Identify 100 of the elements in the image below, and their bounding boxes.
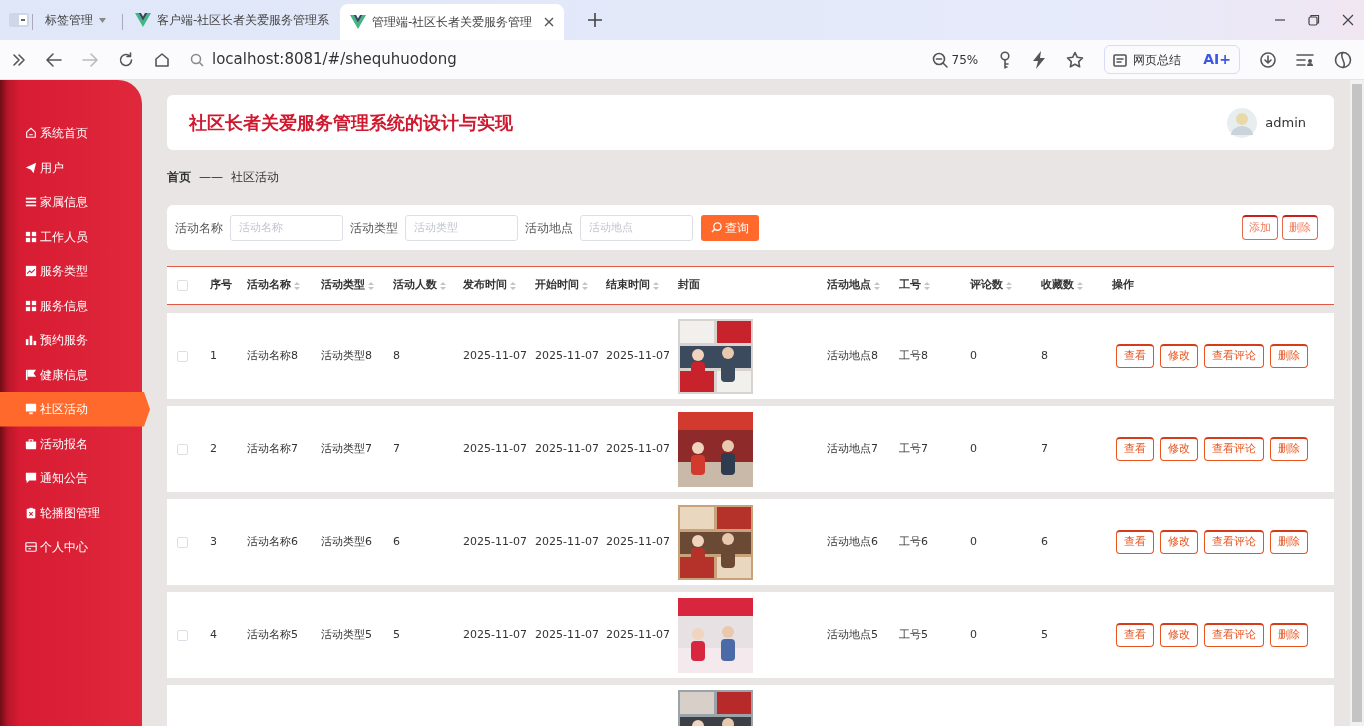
view-button[interactable]: 查看	[1116, 530, 1154, 554]
row-checkbox[interactable]	[177, 536, 188, 548]
delete-button[interactable]: 删除	[1270, 623, 1308, 647]
column-header[interactable]: 活动名称	[247, 277, 291, 294]
list-icon[interactable]	[1296, 51, 1314, 68]
breadcrumb-item[interactable]: 首页	[167, 168, 191, 186]
forward-icon[interactable]	[82, 52, 98, 67]
home-icon[interactable]	[154, 51, 170, 68]
comments-button[interactable]: 查看评论	[1204, 530, 1264, 554]
table-cell: 工号6	[899, 534, 928, 548]
edit-button[interactable]: 修改	[1160, 623, 1198, 647]
grid-icon	[25, 299, 37, 312]
view-button[interactable]: 查看	[1116, 623, 1154, 647]
sort-icon[interactable]	[510, 280, 516, 291]
scrollbar[interactable]	[1350, 80, 1364, 726]
star-icon[interactable]	[1066, 50, 1085, 69]
sidebar-item[interactable]: 个人中心	[0, 530, 142, 565]
row-checkbox[interactable]	[177, 629, 188, 641]
table-cell: 活动类型6	[321, 534, 372, 548]
column-header[interactable]: 结束时间	[606, 277, 650, 294]
address-field[interactable]: localhost:8081/#/shequhuodong	[190, 43, 912, 76]
sort-icon[interactable]	[582, 280, 588, 291]
lightning-icon[interactable]	[1032, 50, 1047, 69]
field-label: 活动类型	[350, 219, 398, 237]
table-cell: 2025-11-07	[606, 441, 670, 455]
sort-icon[interactable]	[1077, 280, 1083, 291]
delete-button[interactable]: 删除	[1282, 215, 1318, 240]
delete-button[interactable]: 删除	[1270, 437, 1308, 461]
briefcase-icon	[25, 437, 37, 450]
table-cell: 5	[393, 627, 400, 641]
row-checkbox[interactable]	[177, 350, 188, 362]
sort-icon[interactable]	[440, 280, 446, 291]
zoom-button[interactable]: 75%	[931, 50, 979, 69]
sort-icon[interactable]	[368, 280, 374, 291]
column-header: 封面	[678, 277, 700, 294]
table-cell: 活动名称7	[247, 441, 298, 455]
ai-button[interactable]: AI+	[1203, 49, 1231, 70]
table-cell: 0	[970, 348, 977, 362]
summary-button[interactable]: 网页总结 AI+	[1104, 45, 1240, 74]
table-cell: 2025-11-07	[606, 627, 670, 641]
browser-tab[interactable]: 客户端-社区长者关爱服务管理系	[125, 4, 340, 36]
sort-icon[interactable]	[294, 280, 300, 291]
sort-icon[interactable]	[1006, 280, 1012, 291]
caret-icon	[99, 17, 106, 23]
sidebar-item[interactable]: 轮播图管理	[0, 495, 142, 530]
sidebar-item[interactable]: 系统首页	[0, 116, 142, 151]
sidebar-item[interactable]: 服务信息	[0, 288, 142, 323]
sidebar-item[interactable]: 用户	[0, 150, 142, 185]
select-all-checkbox[interactable]	[177, 280, 188, 291]
column-header[interactable]: 活动类型	[321, 277, 365, 294]
column-header[interactable]: 评论数	[970, 277, 1003, 294]
expand-icon[interactable]	[12, 52, 26, 67]
reload-icon[interactable]	[118, 51, 134, 68]
column-header[interactable]: 活动人数	[393, 277, 437, 294]
sidebar-item[interactable]: 通知公告	[0, 461, 142, 496]
comments-button[interactable]: 查看评论	[1204, 344, 1264, 368]
row-checkbox[interactable]	[177, 443, 188, 455]
column-header[interactable]: 收藏数	[1041, 277, 1074, 294]
swirl-icon[interactable]	[1334, 50, 1352, 69]
view-button[interactable]: 查看	[1116, 437, 1154, 461]
sort-icon[interactable]	[653, 280, 659, 291]
monitor-icon	[25, 403, 37, 416]
sidebar-item[interactable]: 社区活动	[0, 392, 150, 427]
sort-icon[interactable]	[874, 280, 880, 291]
column-header[interactable]: 工号	[899, 277, 921, 294]
edit-button[interactable]: 修改	[1160, 344, 1198, 368]
field-label: 活动名称	[175, 219, 223, 237]
new-tab-icon[interactable]	[588, 13, 603, 27]
column-header[interactable]: 开始时间	[535, 277, 579, 294]
sort-icon[interactable]	[924, 280, 930, 291]
sidebar-item[interactable]: 健康信息	[0, 357, 142, 392]
restore-icon[interactable]	[1308, 14, 1320, 26]
browser-tab[interactable]: 标签管理	[35, 4, 116, 36]
sidebar-item[interactable]: 服务类型	[0, 254, 142, 289]
download-icon[interactable]	[1260, 51, 1276, 68]
sidebar-item[interactable]: 工作人员	[0, 219, 142, 254]
add-button[interactable]: 添加	[1242, 215, 1278, 240]
close-icon[interactable]	[544, 17, 555, 27]
comments-button[interactable]: 查看评论	[1204, 623, 1264, 647]
sidebar-item[interactable]: 家属信息	[0, 185, 142, 220]
table-cell: 2025-11-07	[535, 441, 599, 455]
breadcrumb-item: 社区活动	[231, 169, 279, 186]
table-cell: 0	[970, 534, 977, 548]
delete-button[interactable]: 删除	[1270, 344, 1308, 368]
column-header[interactable]: 活动地点	[827, 277, 871, 294]
browser-tab[interactable]: 管理端-社区长者关爱服务管理	[340, 4, 565, 40]
search-button[interactable]: 查询	[701, 214, 759, 241]
back-icon[interactable]	[46, 52, 62, 67]
delete-button[interactable]: 删除	[1270, 530, 1308, 554]
edit-button[interactable]: 修改	[1160, 437, 1198, 461]
edit-button[interactable]: 修改	[1160, 530, 1198, 554]
view-button[interactable]: 查看	[1116, 344, 1154, 368]
table-cell: 2025-11-07	[606, 348, 670, 362]
sidebar-item[interactable]: 预约服务	[0, 323, 142, 358]
comments-button[interactable]: 查看评论	[1204, 437, 1264, 461]
sidebar-item[interactable]: 活动报名	[0, 426, 142, 461]
column-header[interactable]: 发布时间	[463, 277, 507, 294]
username[interactable]: admin	[1265, 112, 1306, 133]
close-icon[interactable]	[1342, 14, 1354, 26]
sidebar-toggle-icon[interactable]	[8, 12, 30, 28]
